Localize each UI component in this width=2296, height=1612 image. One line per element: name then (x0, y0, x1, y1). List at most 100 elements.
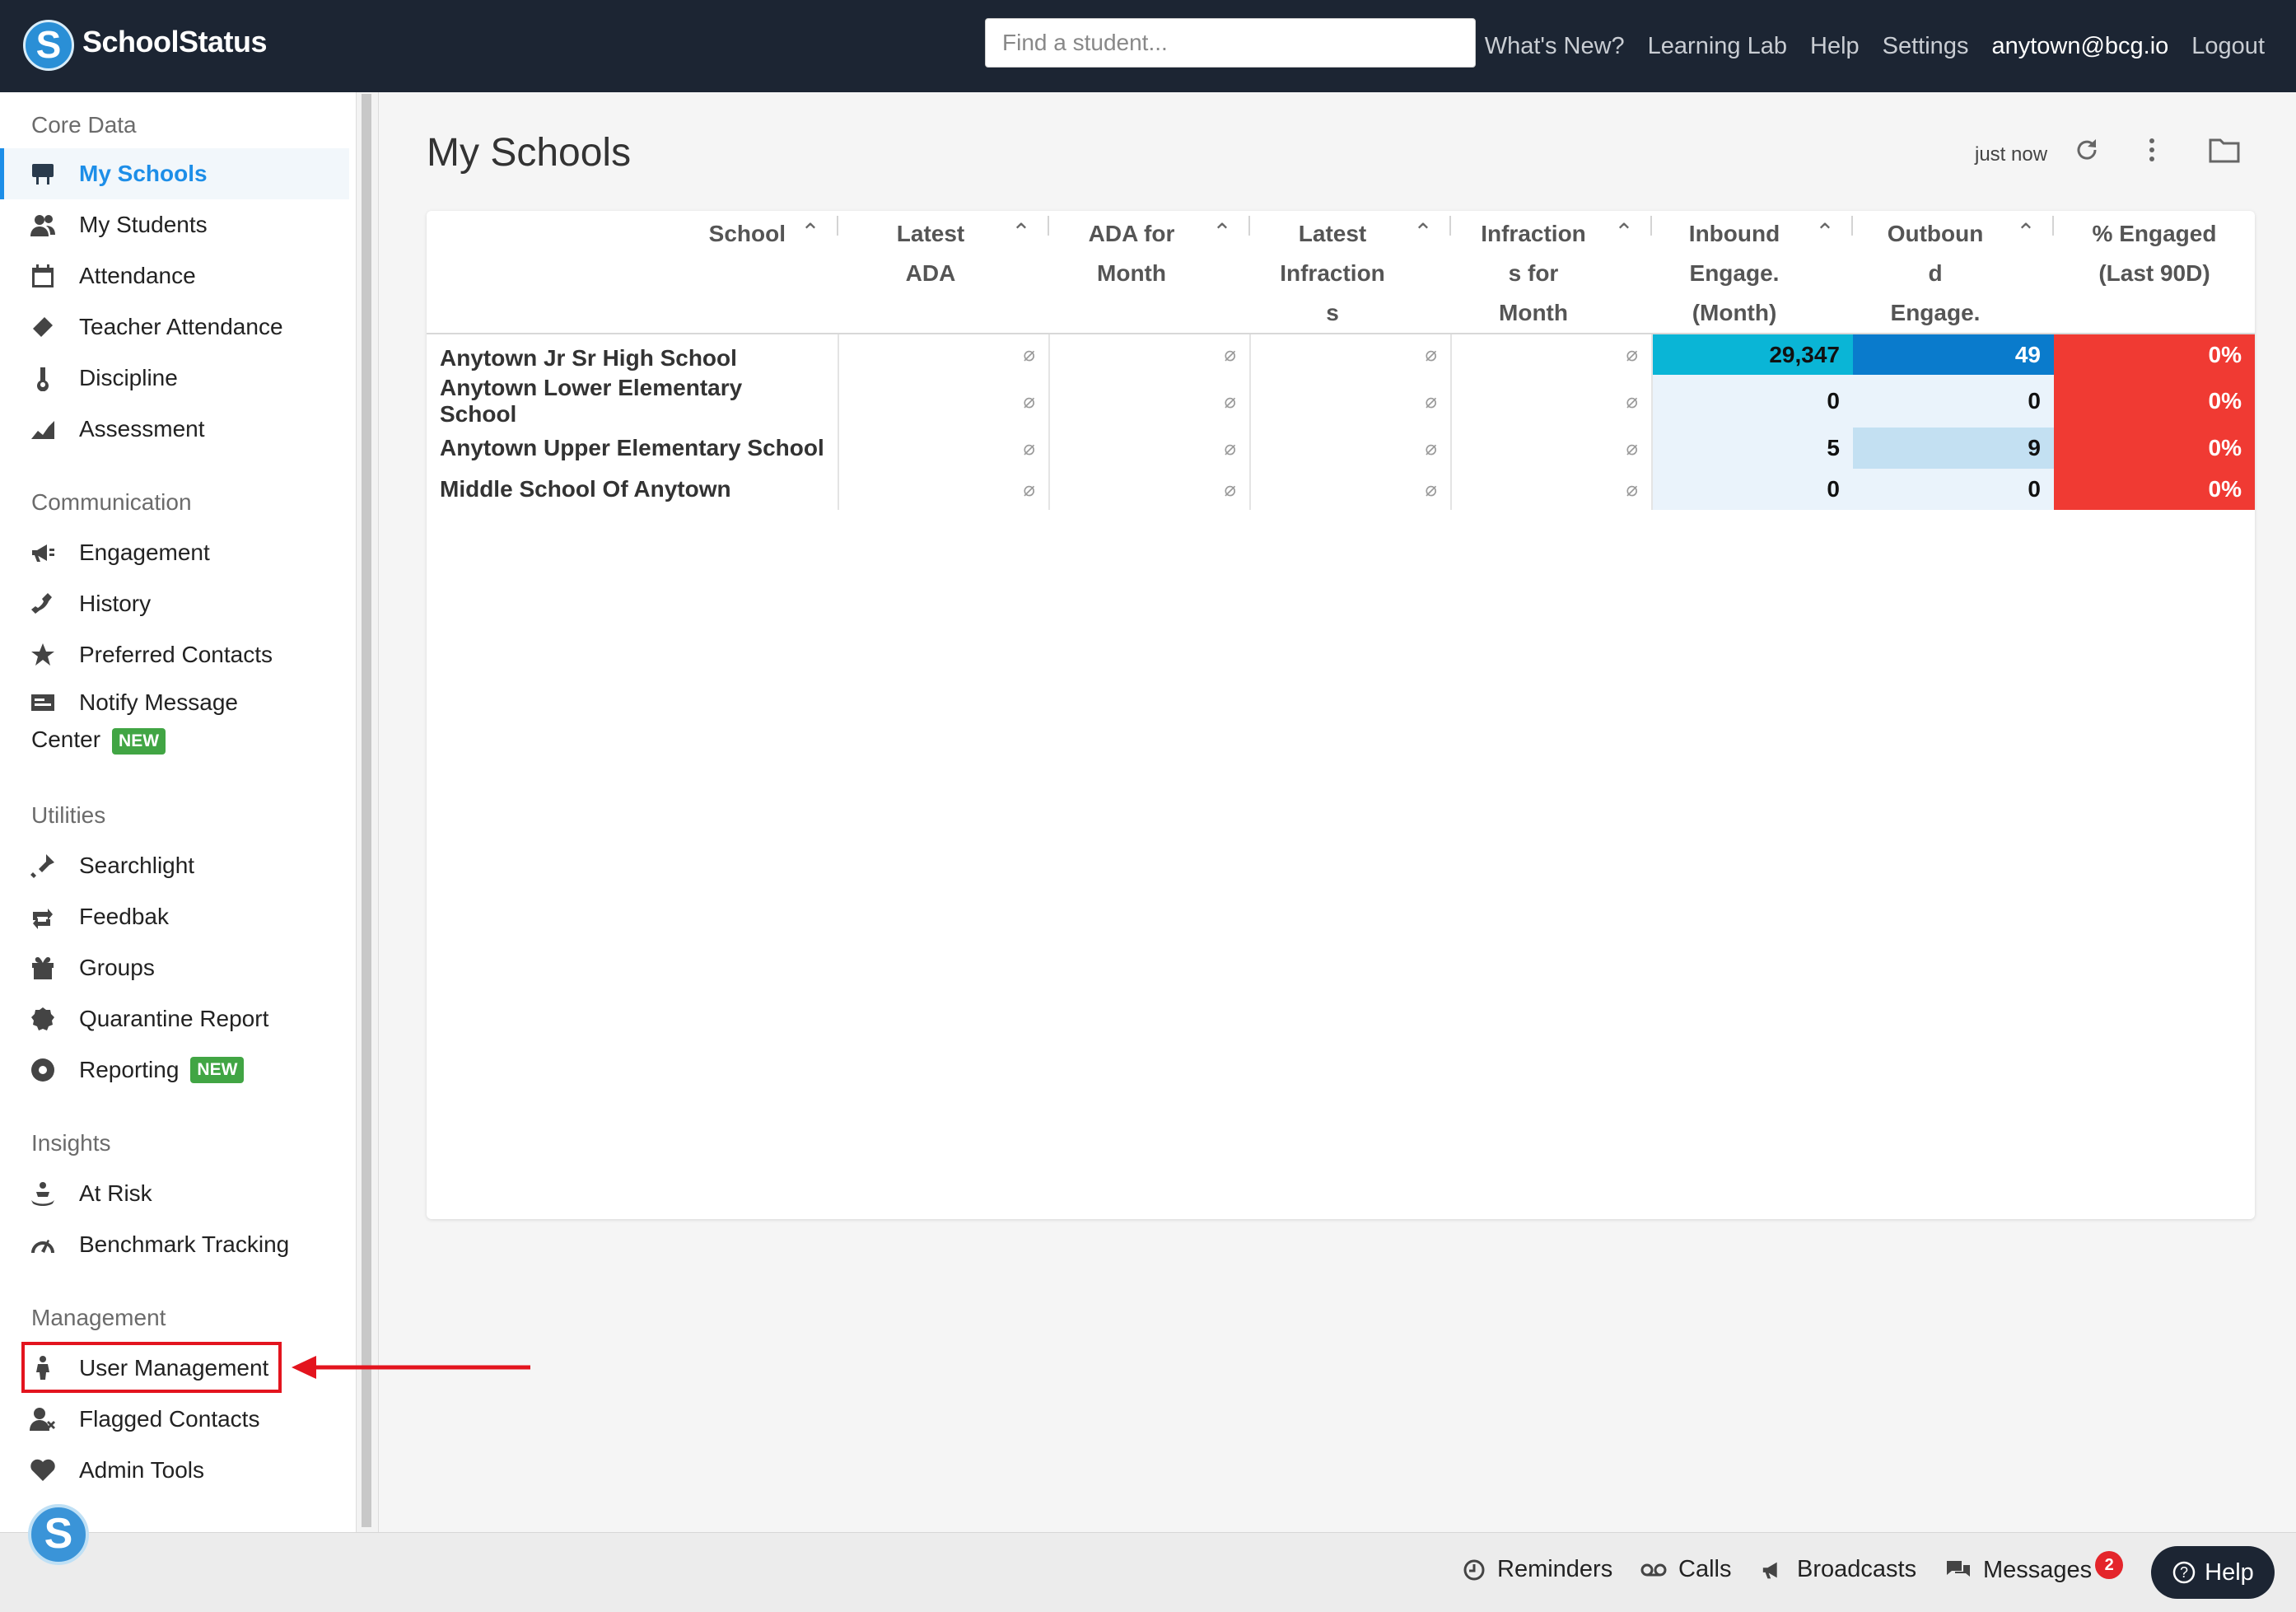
column-header-latest-ada[interactable]: Latest ADA ⌃ (838, 211, 1049, 334)
sidebar-item-flagged-contacts[interactable]: Flagged Contacts (0, 1394, 349, 1445)
header-label: Outboun d Engage. (1887, 221, 1984, 325)
phone-icon (30, 591, 79, 617)
sidebar-item-label: My Students (79, 212, 208, 237)
sidebar-item-engagement[interactable]: Engagement (0, 527, 349, 578)
sidebar-item-label: Center (31, 727, 101, 752)
annotation-arrow-icon (292, 1356, 530, 1379)
column-header-percent-engaged[interactable]: % Engaged (Last 90D) (2054, 211, 2255, 334)
svg-text:?: ? (2180, 1564, 2188, 1581)
refresh-icon[interactable] (2074, 137, 2100, 163)
sidebar-item-label: Engagement (79, 540, 210, 565)
cell-engaged: 0% (2054, 375, 2255, 428)
logout-link[interactable]: Logout (2191, 33, 2265, 60)
new-badge: NEW (190, 1057, 245, 1083)
header-label: ADA for Month (1088, 221, 1175, 286)
notify-message-center-line2[interactable]: Center NEW (31, 727, 166, 755)
help-button[interactable]: ? Help (2151, 1546, 2275, 1599)
help-link[interactable]: Help (1810, 33, 1860, 60)
gauge-icon (30, 1231, 79, 1258)
table-row[interactable]: Anytown Jr Sr High School ⌀ ⌀ ⌀ ⌀ 29,347… (427, 334, 2255, 375)
table-row[interactable]: Anytown Upper Elementary School ⌀ ⌀ ⌀ ⌀ … (427, 428, 2255, 469)
messages-count-badge: 2 (2095, 1551, 2124, 1579)
column-header-ada-for-month[interactable]: ADA for Month ⌃ (1049, 211, 1250, 334)
calls-button[interactable]: Calls (1640, 1556, 1731, 1583)
sort-caret-icon[interactable]: ⌃ (1609, 213, 1639, 252)
sidebar-item-notify-message-center[interactable]: Notify Message (0, 680, 349, 725)
cell-inbound: 0 (1652, 375, 1853, 428)
sidebar-scrollbar[interactable] (356, 92, 379, 1532)
sort-caret-icon[interactable]: ⌃ (1810, 213, 1840, 252)
school-board-icon (30, 161, 79, 187)
brand-name[interactable]: SchoolStatus (82, 25, 268, 59)
sidebar-item-teacher-attendance[interactable]: Teacher Attendance (0, 301, 349, 353)
sort-caret-icon[interactable]: ⌃ (1207, 213, 1237, 252)
sort-caret-icon[interactable]: ⌃ (1408, 213, 1438, 252)
cell-null: ⌀ (838, 334, 1050, 375)
sidebar-item-at-risk[interactable]: At Risk (0, 1168, 349, 1219)
cell-school-name[interactable]: Anytown Lower Elementary School (427, 375, 839, 428)
cell-null: ⌀ (1049, 334, 1251, 375)
find-student-input[interactable] (985, 18, 1476, 68)
sidebar-item-groups[interactable]: Groups (0, 942, 349, 993)
column-header-latest-infractions[interactable]: Latest Infraction s ⌃ (1250, 211, 1451, 334)
table-row[interactable]: Middle School Of Anytown ⌀ ⌀ ⌀ ⌀ 0 0 0% (427, 469, 2255, 510)
user-account-link[interactable]: anytown@bcg.io (1991, 33, 2168, 60)
cell-outbound: 9 (1853, 428, 2054, 469)
table-row[interactable]: Anytown Lower Elementary School ⌀ ⌀ ⌀ ⌀ … (427, 375, 2255, 428)
header-label: Inbound Engage. (Month) (1688, 221, 1780, 325)
cell-school-name[interactable]: Middle School Of Anytown (427, 469, 839, 510)
learning-lab-link[interactable]: Learning Lab (1648, 33, 1787, 60)
cell-null: ⌀ (1049, 469, 1251, 510)
column-header-infractions-for-month[interactable]: Infraction s for Month ⌃ (1451, 211, 1652, 334)
messages-button[interactable]: Messages 2 (1945, 1551, 2124, 1584)
sidebar-item-benchmark-tracking[interactable]: Benchmark Tracking (0, 1219, 349, 1270)
scrollbar-thumb[interactable] (362, 94, 371, 1527)
cell-outbound: 0 (1853, 375, 2054, 428)
calendar-icon (30, 263, 79, 289)
top-navbar: S SchoolStatus What's New? Learning Lab … (0, 0, 2296, 92)
sidebar-item-attendance[interactable]: Attendance (0, 250, 349, 301)
sort-caret-icon[interactable]: ⌃ (796, 213, 825, 252)
sidebar-item-discipline[interactable]: Discipline (0, 353, 349, 404)
whats-new-link[interactable]: What's New? (1485, 33, 1625, 60)
star-icon (30, 642, 79, 668)
sidebar-item-label: Assessment (79, 416, 205, 442)
column-header-school[interactable]: School ⌃ (427, 211, 838, 334)
table-header-row: School ⌃ Latest ADA ⌃ ADA for Month ⌃ Lates… (427, 211, 2255, 334)
cell-school-name[interactable]: Anytown Jr Sr High School (427, 334, 839, 375)
sidebar-item-history[interactable]: History (0, 578, 349, 629)
cell-inbound: 0 (1652, 469, 1853, 510)
sidebar-item-label: Benchmark Tracking (79, 1231, 290, 1257)
sidebar-item-my-schools[interactable]: My Schools (0, 148, 349, 199)
settings-link[interactable]: Settings (1883, 33, 1969, 60)
sidebar-item-quarantine-report[interactable]: Quarantine Report (0, 993, 349, 1044)
sidebar-item-my-students[interactable]: My Students (0, 199, 349, 250)
sort-caret-icon[interactable]: ⌃ (1006, 213, 1036, 252)
page-title: My Schools (427, 131, 632, 175)
sidebar-item-searchlight[interactable]: Searchlight (0, 840, 349, 891)
sidebar-item-reporting[interactable]: Reporting NEW (0, 1044, 349, 1096)
cell-null: ⌀ (1049, 428, 1251, 469)
users-icon (30, 212, 79, 238)
schoolstatus-chat-logo-icon[interactable]: S (28, 1504, 89, 1565)
clock-icon (1463, 1559, 1485, 1580)
last-refreshed-text: just now (1975, 143, 2048, 166)
sort-caret-icon[interactable]: ⌃ (2011, 213, 2041, 252)
sidebar-item-preferred-contacts[interactable]: Preferred Contacts (0, 629, 349, 680)
column-header-inbound-engage[interactable]: Inbound Engage. (Month) ⌃ (1652, 211, 1853, 334)
cell-null: ⌀ (1451, 375, 1653, 428)
voicemail-icon (1640, 1563, 1667, 1576)
cell-school-name[interactable]: Anytown Upper Elementary School (427, 428, 839, 469)
sidebar-item-feedbak[interactable]: Feedbak (0, 891, 349, 942)
sidebar-item-admin-tools[interactable]: Admin Tools (0, 1445, 349, 1496)
folder-icon[interactable] (2209, 137, 2240, 163)
schoolstatus-logo-icon[interactable]: S (23, 20, 74, 71)
column-header-outbound-engage[interactable]: Outboun d Engage. ⌃ (1853, 211, 2054, 334)
heart-icon (30, 1457, 79, 1484)
more-vert-icon[interactable] (2140, 137, 2164, 163)
broadcasts-button[interactable]: Broadcasts (1761, 1556, 1916, 1583)
sidebar-item-assessment[interactable]: Assessment (0, 404, 349, 455)
certificate-icon (30, 1006, 79, 1032)
area-chart-icon (30, 416, 79, 442)
reminders-button[interactable]: Reminders (1463, 1556, 1612, 1583)
